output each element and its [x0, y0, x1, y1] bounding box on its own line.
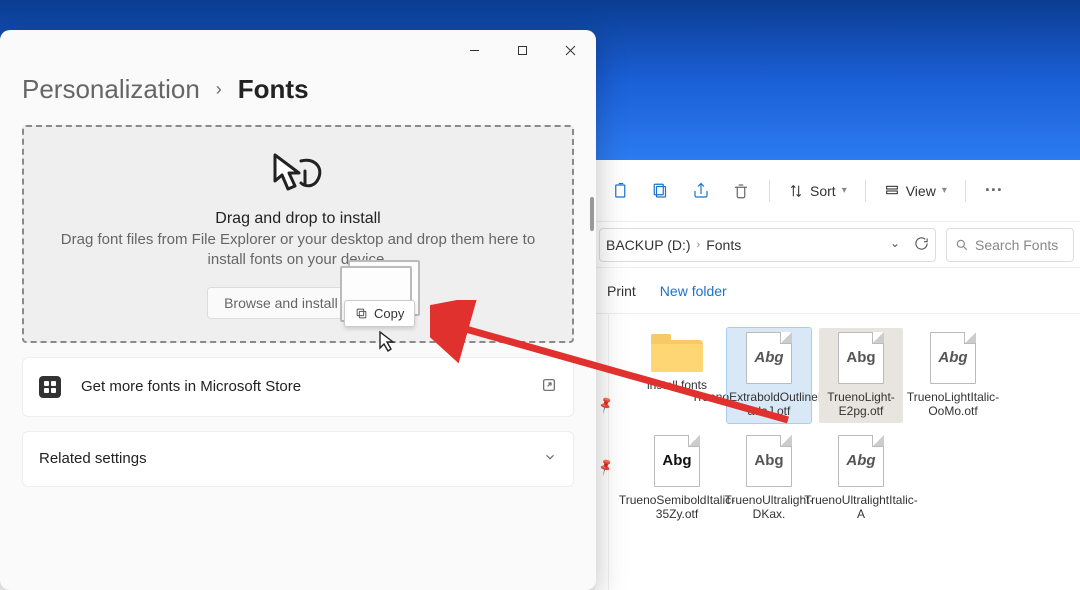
nav-pane-edge — [595, 314, 609, 590]
files-grid[interactable]: install fontsAbgTruenoExtraboldOutlineIt… — [595, 314, 1080, 526]
font-file-item[interactable]: AbgTruenoLightItalic-OoMo.otf — [911, 328, 995, 423]
file-label: TruenoUltralightItalic-A — [804, 493, 918, 522]
breadcrumb-current: Fonts — [238, 74, 309, 105]
address-segment-folder[interactable]: Fonts — [706, 237, 741, 253]
file-label: TruenoSemiboldItalic-35Zy.otf — [619, 493, 735, 522]
store-card-label: Get more fonts in Microsoft Store — [81, 378, 541, 395]
font-file-icon: Abg — [654, 435, 700, 487]
maximize-button[interactable] — [500, 34, 544, 66]
copy-badge-label: Copy — [374, 306, 404, 321]
separator — [769, 180, 770, 202]
drag-ghost: Copy — [340, 260, 420, 320]
dropzone-title: Drag and drop to install — [40, 210, 556, 228]
search-placeholder: Search Fonts — [975, 237, 1058, 253]
copy-badge: Copy — [344, 300, 415, 327]
chevron-right-icon: › — [697, 239, 701, 251]
separator — [965, 180, 966, 202]
font-file-item[interactable]: AbgTruenoExtraboldOutlineItalic-adaJ.otf — [727, 328, 811, 423]
cmd-new-folder[interactable]: New folder — [660, 283, 727, 299]
open-external-icon — [541, 377, 557, 397]
trash-icon[interactable] — [723, 173, 759, 209]
store-card[interactable]: Get more fonts in Microsoft Store — [22, 357, 574, 417]
font-file-icon: Abg — [746, 435, 792, 487]
related-settings-label: Related settings — [39, 450, 543, 467]
breadcrumb: Personalization › Fonts — [0, 70, 596, 123]
address-row: BACKUP (D:) › Fonts ⌄ Search Fonts — [595, 222, 1080, 268]
view-label: View — [906, 183, 936, 199]
cursor-icon — [378, 330, 396, 357]
cmd-print[interactable]: Print — [607, 283, 636, 299]
drag-drop-icon — [269, 151, 327, 200]
search-input[interactable]: Search Fonts — [946, 228, 1074, 262]
file-label: TruenoLightItalic-OoMo.otf — [907, 390, 999, 419]
chevron-down-icon — [543, 450, 557, 468]
view-button[interactable]: View ▾ — [876, 173, 955, 209]
font-file-icon: Abg — [838, 435, 884, 487]
share-icon[interactable] — [683, 173, 719, 209]
chevron-right-icon: › — [216, 79, 222, 100]
dropzone-description: Drag font files from File Explorer or yo… — [58, 230, 538, 271]
font-file-item[interactable]: AbgTruenoUltralightItalic-A — [819, 431, 903, 526]
file-explorer-window: Sort ▾ View ▾ ··· BACKUP (D:) › Fonts ⌄ — [595, 160, 1080, 590]
address-segment-drive[interactable]: BACKUP (D:) — [606, 237, 691, 253]
explorer-toolbar: Sort ▾ View ▾ ··· — [595, 160, 1080, 222]
font-drop-zone[interactable]: Drag and drop to install Drag font files… — [22, 125, 574, 343]
font-file-icon: Abg — [746, 332, 792, 384]
store-icon — [39, 376, 61, 398]
new-icon[interactable] — [603, 173, 639, 209]
file-label: TruenoLight-E2pg.otf — [821, 390, 901, 419]
command-row: Print New folder — [595, 268, 1080, 314]
chevron-down-icon[interactable]: ⌄ — [890, 236, 900, 254]
separator — [865, 180, 866, 202]
folder-icon — [651, 332, 703, 372]
title-bar — [0, 30, 596, 70]
settings-window: Personalization › Fonts Drag and drop to… — [0, 30, 596, 590]
font-file-icon: Abg — [930, 332, 976, 384]
font-file-item[interactable]: AbgTruenoSemiboldItalic-35Zy.otf — [635, 431, 719, 526]
file-label: TruenoUltralight-DKax. — [725, 493, 814, 522]
address-bar[interactable]: BACKUP (D:) › Fonts ⌄ — [599, 228, 936, 262]
scrollbar-thumb[interactable] — [590, 197, 594, 231]
sort-label: Sort — [810, 183, 836, 199]
breadcrumb-parent[interactable]: Personalization — [22, 74, 200, 105]
sort-button[interactable]: Sort ▾ — [780, 173, 855, 209]
related-settings-expander[interactable]: Related settings — [22, 431, 574, 487]
minimize-button[interactable] — [452, 34, 496, 66]
refresh-icon[interactable] — [914, 236, 929, 254]
font-file-item[interactable]: Abg TruenoLight-E2pg.otf — [819, 328, 903, 423]
close-button[interactable] — [548, 34, 592, 66]
font-file-icon: Abg — [838, 332, 884, 384]
more-icon[interactable]: ··· — [976, 173, 1012, 209]
font-file-item[interactable]: Abg TruenoUltralight-DKax. — [727, 431, 811, 526]
copy-icon[interactable] — [643, 173, 679, 209]
